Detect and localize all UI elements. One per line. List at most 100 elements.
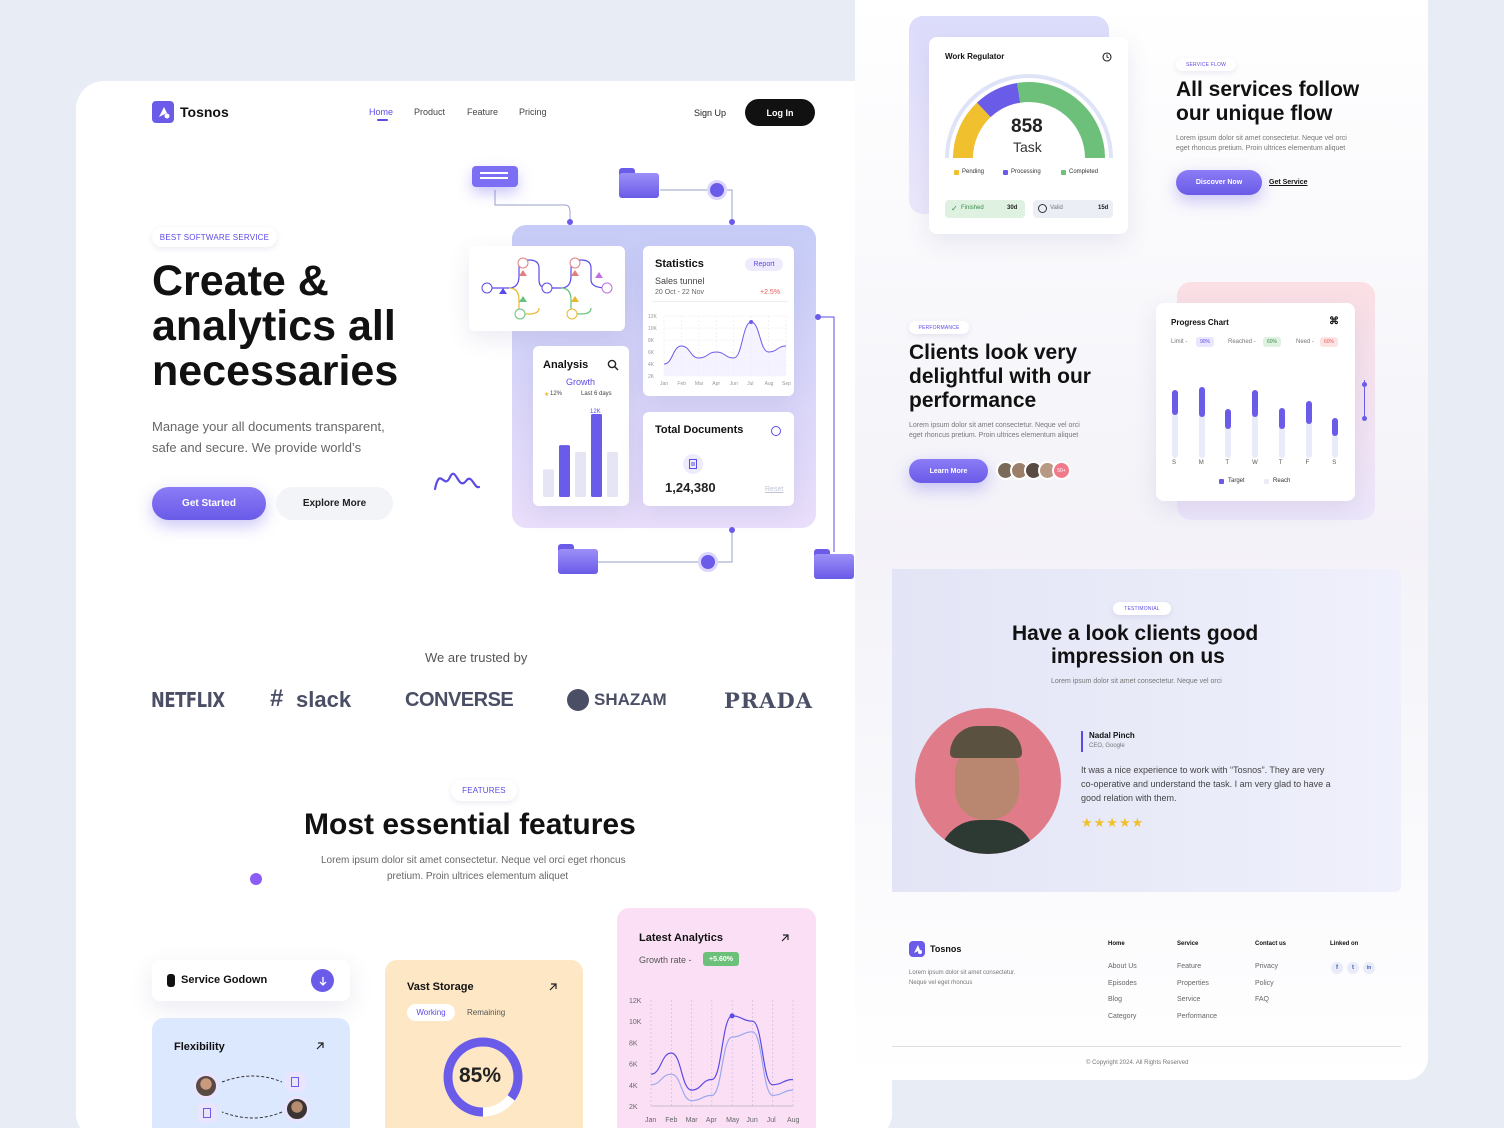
features-title: Most essential features (304, 808, 636, 841)
footer-link-blog[interactable]: Blog (1108, 996, 1122, 1003)
footer-link-properties[interactable]: Properties (1177, 980, 1209, 987)
y-tick-label: 12K (629, 998, 642, 1005)
tab-remaining[interactable]: Remaining (467, 1008, 505, 1017)
footer-link-feature[interactable]: Feature (1177, 963, 1201, 970)
learn-more-button[interactable]: Learn More (909, 459, 988, 483)
report-label: Report (753, 261, 775, 268)
footer-link-service[interactable]: Service (1177, 996, 1200, 1003)
need-badge: 60% (1320, 337, 1338, 347)
footer-desc-line1: Lorem ipsum dolor sit amet consectetur. (909, 970, 1016, 976)
legend-pending-dot (954, 170, 959, 175)
command-icon[interactable]: ⌘ (1329, 316, 1339, 327)
hero-desc-line2: safe and secure. We provide world’s (152, 440, 362, 455)
legend-pending: Pending (962, 169, 985, 175)
arrow-up-right-icon[interactable] (548, 982, 558, 992)
arrow-up-right-icon[interactable] (780, 933, 790, 943)
footer-brand: Tosnos (930, 944, 962, 954)
explore-more-button[interactable]: Explore More (276, 487, 393, 520)
peak-point (749, 320, 754, 324)
get-started-button[interactable]: Get Started (152, 487, 266, 520)
brand-logo-icon[interactable] (152, 101, 174, 123)
features-desc-line2: pretium. Proin ultrices elementum alique… (387, 871, 569, 882)
analysis-growth: Growth (566, 377, 596, 387)
footer-link-episodes[interactable]: Episodes (1108, 980, 1137, 987)
footer-link-policy[interactable]: Policy (1255, 980, 1274, 987)
clock-icon[interactable] (1102, 52, 1112, 62)
slider-handle[interactable] (1362, 382, 1367, 387)
service-desc-line2: eget rhoncus pretium. Proin ultrices ele… (1176, 145, 1346, 152)
service-godown-icon (167, 974, 175, 987)
signup-link[interactable]: Sign Up (694, 108, 726, 118)
footer-link-faq[interactable]: FAQ (1255, 996, 1269, 1003)
stats-divider (652, 301, 788, 302)
footer-link-performance[interactable]: Performance (1177, 1013, 1217, 1020)
twitter-icon[interactable]: t (1347, 962, 1359, 974)
y-tick-label: 10K (629, 1019, 642, 1026)
legend-reach: Reach (1273, 478, 1291, 484)
testimonial-tag: TESTIMONIAL (1113, 602, 1171, 615)
linkedin-icon[interactable]: in (1363, 962, 1375, 974)
x-tick-label: Aug (787, 1117, 800, 1124)
get-service-link[interactable]: Get Service (1269, 179, 1308, 186)
search-icon[interactable] (607, 359, 619, 371)
bar (591, 414, 602, 497)
footer-col-service: Service (1177, 941, 1199, 947)
target-bar (1278, 408, 1285, 429)
target-bar (1225, 409, 1232, 430)
hero-title-line3: necessaries (152, 347, 399, 395)
target-bar (1198, 387, 1205, 417)
tab-working[interactable]: Working (407, 1004, 455, 1021)
target-bar (1172, 389, 1178, 416)
x-tick-label: Apr (712, 381, 720, 387)
valid-label: Valid (1050, 205, 1063, 211)
footer-link-about[interactable]: About Us (1108, 963, 1137, 970)
documents-radio[interactable] (771, 426, 781, 436)
y-tick-label: 2K (629, 1104, 638, 1111)
document-icon (683, 454, 703, 474)
discover-now-label: Discover Now (1195, 179, 1243, 186)
y-tick-label: 6K (629, 1062, 638, 1069)
facebook-icon[interactable]: f (1331, 962, 1343, 974)
testimonial-quote-line3: good relation with them. (1081, 793, 1177, 803)
footer-link-category[interactable]: Category (1108, 1013, 1136, 1020)
reached-value: 60% (1266, 339, 1277, 345)
footer-logo-icon[interactable] (909, 941, 925, 957)
nav-home[interactable]: Home (369, 107, 393, 117)
brand-name[interactable]: Tosnos (180, 104, 229, 120)
copyright: © Copyright 2024. All Rights Reserved (1086, 1060, 1189, 1066)
analysis-title: Analysis (543, 359, 589, 371)
avatar-more-badge: 50+ (1052, 461, 1071, 480)
x-tick-label: Jun (746, 1117, 757, 1124)
arrow-up-right-icon[interactable] (315, 1041, 325, 1051)
day-label: W (1252, 460, 1258, 466)
slack-logo-icon: # (270, 685, 284, 712)
nav-pricing[interactable]: Pricing (519, 107, 547, 117)
slider-handle[interactable] (1362, 416, 1367, 421)
arrow-down-icon[interactable] (311, 969, 334, 992)
target-bar (1332, 417, 1339, 436)
discover-now-button[interactable]: Discover Now (1176, 170, 1262, 195)
report-badge[interactable]: Report (745, 258, 783, 271)
series-area (664, 322, 786, 376)
message-chip (472, 166, 518, 187)
flow-chart-card (469, 246, 625, 331)
footer-link-privacy[interactable]: Privacy (1255, 963, 1278, 970)
reset-link[interactable]: Reset (765, 486, 783, 493)
peak-point (729, 1013, 735, 1019)
y-tick-label: 4K (629, 1083, 638, 1090)
performance-desc-line1: Lorem ipsum dolor sit amet consectetur. … (909, 422, 1080, 429)
y-tick-label: 2K (648, 374, 655, 380)
service-flow-tag-label: SERVICE FLOW (1185, 61, 1227, 68)
converse-logo: CONVERSE (405, 689, 514, 711)
tab-working-label: Working (416, 1008, 446, 1017)
quote-accent-bar (1081, 731, 1083, 752)
x-tick-label: Aug (765, 381, 774, 387)
login-button[interactable]: Log In (745, 99, 815, 126)
shazam-logo: SHAZAM (594, 690, 667, 709)
limit-label: Limit - (1171, 339, 1188, 345)
y-tick-label: 8K (629, 1040, 638, 1047)
trusted-heading: We are trusted by (425, 650, 528, 665)
series-line (650, 1015, 794, 1091)
nav-product[interactable]: Product (414, 107, 445, 117)
nav-feature[interactable]: Feature (467, 107, 498, 117)
